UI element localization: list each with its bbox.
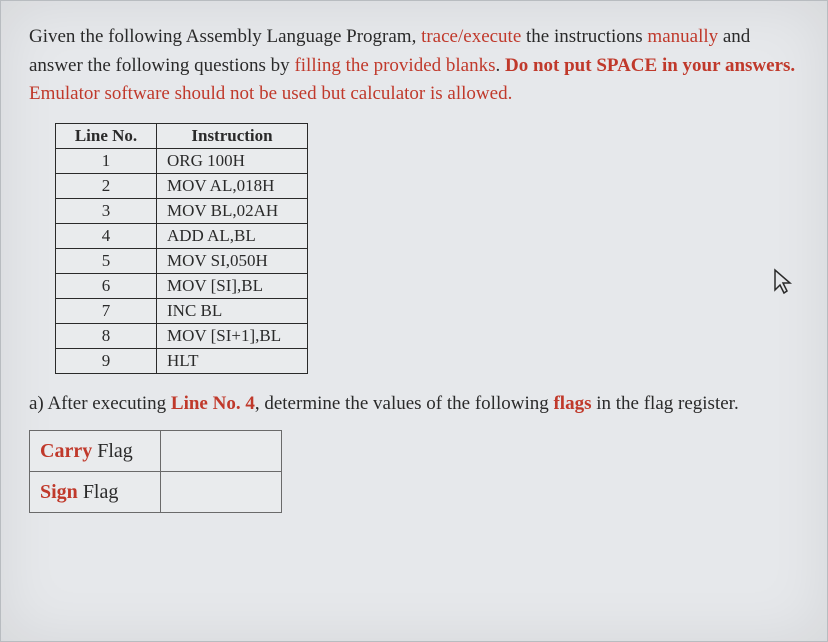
question-text: a) After executing bbox=[29, 393, 171, 414]
document-page: Given the following Assembly Language Pr… bbox=[0, 0, 828, 642]
table-row: 6MOV [SI],BL bbox=[56, 273, 308, 298]
carry-flag-row: Carry Flag bbox=[30, 431, 282, 472]
intro-paragraph: Given the following Assembly Language Pr… bbox=[29, 23, 799, 109]
instruction-cell: MOV AL,018H bbox=[157, 173, 308, 198]
intro-text: Given the following Assembly Language Pr… bbox=[29, 26, 421, 47]
intro-emph-manually: manually bbox=[647, 26, 718, 47]
instruction-cell: MOV [SI+1],BL bbox=[157, 323, 308, 348]
intro-text: the instructions bbox=[521, 26, 647, 47]
sign-flag-value[interactable] bbox=[161, 472, 282, 513]
carry-flag-value[interactable] bbox=[161, 431, 282, 472]
table-row: 5MOV SI,050H bbox=[56, 248, 308, 273]
intro-emph-nospace: Do not put SPACE in your answers. bbox=[505, 55, 795, 76]
question-a: a) After executing Line No. 4, determine… bbox=[29, 390, 799, 419]
sign-flag-label: Sign Flag bbox=[30, 472, 161, 513]
carry-em: Carry bbox=[40, 440, 92, 462]
table-row: 7INC BL bbox=[56, 298, 308, 323]
instruction-cell: ORG 100H bbox=[157, 148, 308, 173]
intro-emph-emulator: Emulator software should not be used but… bbox=[29, 83, 512, 104]
table-header-row: Line No. Instruction bbox=[56, 123, 308, 148]
question-emph-line4: Line No. 4 bbox=[171, 393, 255, 414]
line-no: 1 bbox=[56, 148, 157, 173]
carry-flag-label: Carry Flag bbox=[30, 431, 161, 472]
sign-flag-row: Sign Flag bbox=[30, 472, 282, 513]
instruction-cell: ADD AL,BL bbox=[157, 223, 308, 248]
table-row: 8MOV [SI+1],BL bbox=[56, 323, 308, 348]
header-instruction: Instruction bbox=[157, 123, 308, 148]
intro-emph-filling: filling the provided blanks bbox=[294, 55, 495, 76]
line-no: 5 bbox=[56, 248, 157, 273]
question-text: in the flag register. bbox=[591, 393, 738, 414]
line-no: 2 bbox=[56, 173, 157, 198]
instruction-cell: INC BL bbox=[157, 298, 308, 323]
question-text: , determine the values of the following bbox=[255, 393, 554, 414]
carry-rest: Flag bbox=[92, 440, 133, 462]
instruction-cell: MOV SI,050H bbox=[157, 248, 308, 273]
table-row: 9HLT bbox=[56, 348, 308, 373]
line-no: 7 bbox=[56, 298, 157, 323]
line-no: 8 bbox=[56, 323, 157, 348]
sign-em: Sign bbox=[40, 481, 78, 503]
flags-table: Carry Flag Sign Flag bbox=[29, 430, 282, 513]
instruction-cell: HLT bbox=[157, 348, 308, 373]
instruction-cell: MOV BL,02AH bbox=[157, 198, 308, 223]
instruction-table: Line No. Instruction 1ORG 100H 2MOV AL,0… bbox=[55, 123, 308, 374]
line-no: 3 bbox=[56, 198, 157, 223]
instruction-table-wrap: Line No. Instruction 1ORG 100H 2MOV AL,0… bbox=[55, 123, 799, 374]
table-row: 2MOV AL,018H bbox=[56, 173, 308, 198]
table-row: 4ADD AL,BL bbox=[56, 223, 308, 248]
question-emph-flags: flags bbox=[553, 393, 591, 414]
table-row: 3MOV BL,02AH bbox=[56, 198, 308, 223]
line-no: 6 bbox=[56, 273, 157, 298]
line-no: 4 bbox=[56, 223, 157, 248]
intro-text: . bbox=[496, 55, 506, 76]
sign-rest: Flag bbox=[78, 481, 119, 503]
instruction-cell: MOV [SI],BL bbox=[157, 273, 308, 298]
intro-emph-trace: trace/execute bbox=[421, 26, 521, 47]
header-line-no: Line No. bbox=[56, 123, 157, 148]
line-no: 9 bbox=[56, 348, 157, 373]
table-row: 1ORG 100H bbox=[56, 148, 308, 173]
